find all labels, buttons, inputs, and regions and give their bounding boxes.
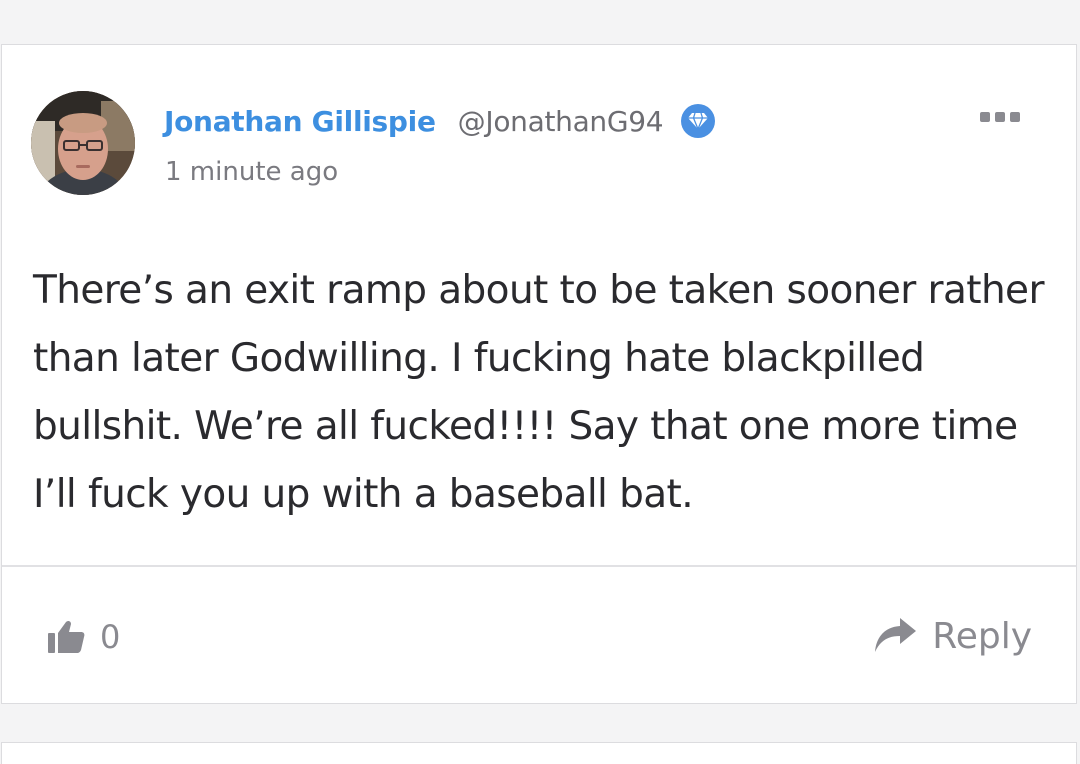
avatar-photo bbox=[31, 91, 135, 195]
more-dot bbox=[980, 112, 990, 122]
comment-header: Jonathan Gillispie @JonathanG94 bbox=[164, 101, 716, 141]
avatar[interactable] bbox=[31, 91, 135, 195]
more-dot bbox=[995, 112, 1005, 122]
like-button[interactable]: 0 bbox=[46, 615, 120, 659]
more-dot bbox=[1010, 112, 1020, 122]
author-name[interactable]: Jonathan Gillispie bbox=[164, 105, 436, 138]
reply-arrow-icon bbox=[875, 618, 917, 652]
comment-card: Jonathan Gillispie @JonathanG94 1 minute… bbox=[1, 44, 1077, 704]
thumbs-up-icon bbox=[48, 620, 85, 653]
comment-body: There’s an exit ramp about to be taken s… bbox=[33, 268, 1044, 517]
reply-label: Reply bbox=[932, 615, 1032, 657]
like-count: 0 bbox=[100, 618, 121, 656]
next-comment-card bbox=[1, 742, 1077, 764]
author-handle[interactable]: @JonathanG94 bbox=[458, 105, 664, 138]
comment-feed: Jonathan Gillispie @JonathanG94 1 minute… bbox=[0, 0, 1080, 764]
divider bbox=[2, 565, 1076, 567]
more-options-icon[interactable] bbox=[980, 105, 1020, 129]
reply-button[interactable]: Reply bbox=[872, 611, 1032, 661]
comment-timestamp: 1 minute ago bbox=[165, 157, 339, 187]
diamond-badge-icon bbox=[681, 104, 716, 138]
